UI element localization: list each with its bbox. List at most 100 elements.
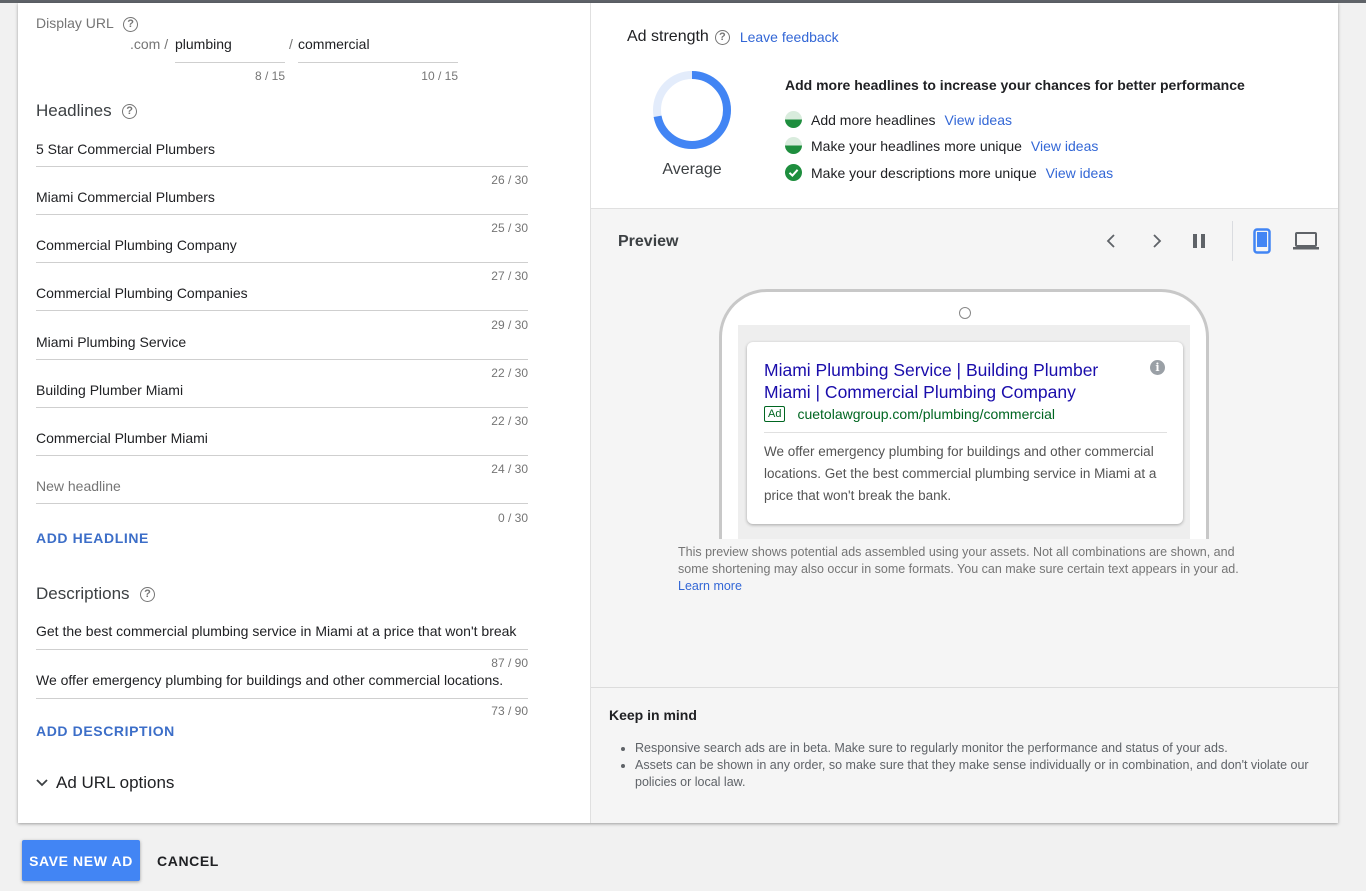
descriptions-title-row: Descriptions ? [36, 584, 155, 604]
descriptions-title: Descriptions [36, 584, 130, 603]
headline-counter-3: 27 / 30 [491, 269, 528, 283]
phone-mockup: Miami Plumbing Service | Building Plumbe… [719, 289, 1209, 539]
new-headline-counter: 0 / 30 [497, 511, 528, 525]
description-underline [36, 649, 528, 650]
description-input-1[interactable]: Get the best commercial plumbing service… [36, 623, 528, 639]
headline-counter-7: 24 / 30 [491, 462, 528, 476]
ad-strength-tip-1: Add more headlines View ideas [785, 111, 1012, 128]
preview-title: Preview [618, 233, 679, 250]
ad-strength-rating: Average [662, 161, 722, 178]
preview-header: Preview [591, 209, 1338, 267]
list-item: Assets can be shown in any order, so mak… [635, 757, 1315, 791]
ad-description-text: We offer emergency plumbing for building… [764, 444, 1157, 503]
keep-in-mind-title: Keep in mind [609, 707, 697, 723]
ad-divider [764, 432, 1167, 433]
tip-text: Make your headlines more unique [811, 137, 1022, 154]
add-description-button[interactable]: ADD DESCRIPTION [36, 723, 175, 739]
cancel-button[interactable]: CANCEL [150, 840, 226, 881]
display-url-separator: / [289, 36, 293, 52]
path1-underline [175, 62, 285, 63]
ad-preview-card: Miami Plumbing Service | Building Plumbe… [747, 342, 1183, 524]
keep-in-mind-list: Responsive search ads are in beta. Make … [635, 740, 1315, 791]
headline-underline [36, 455, 528, 456]
phone-camera [959, 307, 971, 319]
chevron-right-icon[interactable] [1147, 232, 1165, 250]
half-circle-status-icon [785, 111, 802, 128]
ad-preview-pane: Ad strength ? Leave feedback Average Add… [590, 3, 1338, 823]
view-ideas-link[interactable]: View ideas [1046, 165, 1113, 181]
description-counter-1: 87 / 90 [491, 656, 528, 670]
ad-strength-title: Ad strength [627, 28, 709, 45]
path2-counter: 10 / 15 [421, 69, 458, 83]
ad-form-pane: Display URL ? .com / plumbing / commerci… [18, 3, 590, 823]
headline-input-3[interactable]: Commercial Plumbing Company [36, 237, 528, 253]
display-url-label-row: Display URL ? [36, 15, 139, 32]
check-circle-icon [785, 164, 802, 181]
phone-screen: Miami Plumbing Service | Building Plumbe… [738, 325, 1190, 539]
headline-counter-5: 22 / 30 [491, 366, 528, 380]
info-icon[interactable]: i [1150, 360, 1165, 375]
help-icon[interactable]: ? [714, 29, 730, 45]
help-icon[interactable]: ? [123, 16, 139, 32]
ad-title-link[interactable]: Miami Plumbing Service | Building Plumbe… [764, 359, 1134, 403]
display-url-path2-input[interactable]: commercial [298, 36, 370, 52]
ad-strength-title-row: Ad strength ? Leave feedback [627, 28, 839, 46]
headline-counter-6: 22 / 30 [491, 414, 528, 428]
path2-underline [298, 62, 458, 63]
headline-input-1[interactable]: 5 Star Commercial Plumbers [36, 141, 528, 157]
ad-strength-panel: Ad strength ? Leave feedback Average Add… [591, 3, 1338, 209]
tip-text: Make your descriptions more unique [811, 164, 1037, 181]
mobile-device-icon[interactable] [1253, 228, 1271, 254]
toolbar-divider [1232, 221, 1233, 261]
headline-counter-1: 26 / 30 [491, 173, 528, 187]
help-icon[interactable]: ? [122, 104, 138, 120]
keep-in-mind-panel: Keep in mind Responsive search ads are i… [591, 687, 1338, 823]
ad-strength-tip-3: Make your descriptions more unique View … [785, 164, 1113, 181]
headlines-title: Headlines [36, 101, 112, 120]
chevron-left-icon[interactable] [1103, 232, 1121, 250]
view-ideas-link[interactable]: View ideas [1031, 138, 1098, 154]
leave-feedback-link[interactable]: Leave feedback [740, 29, 839, 45]
headline-input-6[interactable]: Building Plumber Miami [36, 382, 528, 398]
headline-input-2[interactable]: Miami Commercial Plumbers [36, 189, 528, 205]
headline-underline [36, 214, 528, 215]
headline-input-7[interactable]: Commercial Plumber Miami [36, 430, 528, 446]
description-counter-2: 73 / 90 [491, 704, 528, 718]
list-item: Responsive search ads are in beta. Make … [635, 740, 1315, 757]
ad-badge: Ad [764, 406, 786, 422]
desktop-device-icon[interactable] [1293, 231, 1319, 251]
save-new-ad-button[interactable]: SAVE NEW AD [22, 840, 140, 881]
ad-strength-tip-2: Make your headlines more unique View ide… [785, 137, 1098, 154]
tip-text: Add more headlines [811, 111, 936, 128]
learn-more-link[interactable]: Learn more [678, 579, 742, 593]
headline-counter-2: 25 / 30 [491, 221, 528, 235]
description-underline [36, 698, 528, 699]
headline-underline [36, 407, 528, 408]
chevron-down-icon [36, 779, 48, 787]
display-url-path1-input[interactable]: plumbing [175, 36, 232, 52]
headline-underline [36, 503, 528, 504]
preview-note-text: This preview shows potential ads assembl… [678, 545, 1239, 576]
headline-underline [36, 166, 528, 167]
headline-input-4[interactable]: Commercial Plumbing Companies [36, 285, 528, 301]
view-ideas-link[interactable]: View ideas [945, 112, 1012, 128]
headline-counter-4: 29 / 30 [491, 318, 528, 332]
description-input-2[interactable]: We offer emergency plumbing for building… [36, 672, 528, 688]
headlines-title-row: Headlines ? [36, 101, 138, 121]
preview-note: This preview shows potential ads assembl… [678, 544, 1258, 595]
help-icon[interactable]: ? [140, 587, 155, 603]
new-headline-input[interactable]: New headline [36, 478, 528, 494]
ad-strength-gauge [653, 71, 731, 149]
ad-url-options-label: Ad URL options [56, 773, 175, 792]
headline-input-5[interactable]: Miami Plumbing Service [36, 334, 528, 350]
ad-display-url: cuetolawgroup.com/plumbing/commercial [797, 406, 1056, 422]
ad-url-options-toggle[interactable]: Ad URL options [34, 773, 174, 793]
ad-url-row: Ad cuetolawgroup.com/plumbing/commercial [764, 406, 1055, 422]
headline-underline [36, 310, 528, 311]
headline-underline [36, 359, 528, 360]
display-url-label: Display URL [36, 15, 114, 31]
pause-icon[interactable] [1191, 233, 1207, 249]
display-url-domain: .com / [130, 36, 169, 52]
add-headline-button[interactable]: ADD HEADLINE [36, 530, 149, 546]
headline-underline [36, 262, 528, 263]
